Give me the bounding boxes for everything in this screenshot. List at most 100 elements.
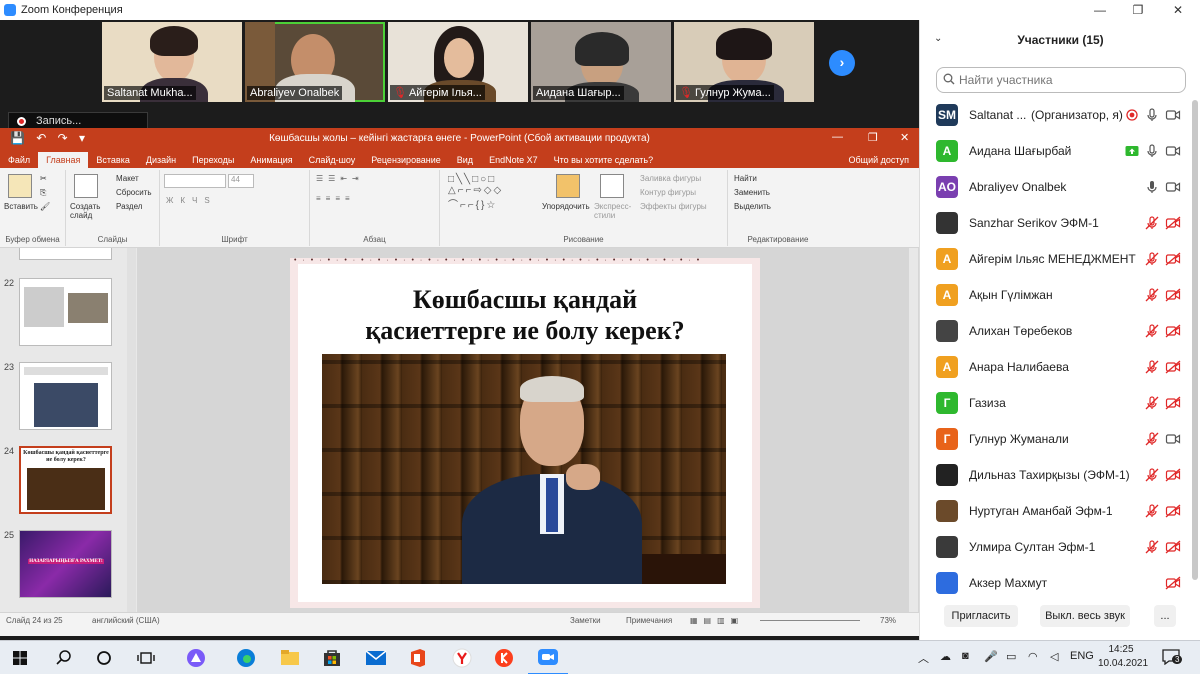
view-buttons[interactable]: ▦▤▥▣ — [690, 616, 744, 625]
slide-thumbnail[interactable]: НАЗАРЛАРЫҢЫЗҒА РАХМЕТ! — [19, 530, 112, 598]
slide-thumbnail-selected[interactable]: Көшбасшы қандай қасиеттерге ие болу кере… — [19, 446, 112, 514]
comments-button[interactable]: Примечания — [626, 616, 672, 625]
taskbar-app[interactable] — [442, 641, 482, 674]
participant-row[interactable]: Алихан Төребеков — [920, 316, 1192, 352]
mic-icon[interactable] — [1144, 143, 1160, 159]
replace-button[interactable]: Заменить — [734, 188, 770, 197]
list-buttons[interactable]: ☰☰⇤⇥ — [316, 174, 364, 183]
notes-button[interactable]: Заметки — [570, 616, 601, 625]
action-center-button[interactable]: 3 — [1162, 649, 1183, 667]
slide-photo[interactable] — [322, 354, 726, 584]
video-tile[interactable]: Аидана Шағыр... — [531, 22, 671, 102]
taskbar-app-zoom[interactable] — [528, 641, 568, 674]
video-off-icon[interactable] — [1165, 467, 1181, 483]
zoom-level[interactable]: 73% — [880, 616, 896, 625]
video-icon[interactable] — [1165, 179, 1181, 195]
ppt-close-button[interactable]: ✕ — [900, 131, 909, 144]
participant-row[interactable]: SM Saltanat ... (Организатор, я) — [920, 100, 1192, 136]
tell-me-search[interactable]: Что вы хотите сделать? — [546, 152, 662, 168]
tab-review[interactable]: Рецензирование — [363, 152, 449, 168]
participant-row[interactable]: Улмира Султан Эфм-1 — [920, 532, 1192, 568]
taskbar-app[interactable] — [226, 641, 266, 674]
mic-muted-icon[interactable] — [1144, 287, 1160, 303]
tab-animations[interactable]: Анимация — [242, 152, 300, 168]
video-off-icon[interactable] — [1165, 251, 1181, 267]
video-icon[interactable] — [1165, 431, 1181, 447]
video-tile[interactable]: Saltanat Mukha... — [102, 22, 242, 102]
mic-muted-icon[interactable] — [1144, 539, 1160, 555]
participant-search[interactable] — [936, 67, 1186, 93]
tab-design[interactable]: Дизайн — [138, 152, 184, 168]
battery-icon[interactable]: ▭ — [1006, 650, 1016, 663]
taskbar-app[interactable] — [356, 641, 396, 674]
mic-active-icon[interactable] — [1144, 179, 1160, 195]
reset-button[interactable]: Сбросить — [116, 188, 152, 197]
participant-row[interactable]: А Айгерім Ільяс МЕНЕДЖМЕНТ — [920, 244, 1192, 280]
font-name-box[interactable] — [164, 174, 226, 188]
close-button[interactable]: ✕ — [1160, 0, 1196, 20]
participant-row[interactable]: А Анара Налибаева — [920, 352, 1192, 388]
ppt-restore-button[interactable]: ❐ — [868, 131, 878, 144]
video-off-icon[interactable] — [1165, 215, 1181, 231]
format-painter-icon[interactable]: 🖌 — [40, 202, 50, 211]
language-indicator[interactable]: английский (США) — [92, 616, 160, 625]
video-icon[interactable] — [1165, 143, 1181, 159]
mic-muted-icon[interactable] — [1144, 251, 1160, 267]
video-tile[interactable]: 🎙 Айгерім Ілья... — [388, 22, 528, 102]
input-language[interactable]: ENG — [1070, 650, 1094, 662]
participant-row[interactable]: Дильназ Тахирқызы (ЭФМ-1) — [920, 460, 1192, 496]
video-off-icon[interactable] — [1165, 287, 1181, 303]
shape-effects-button[interactable]: Эффекты фигуры — [640, 202, 707, 211]
shape-fill-button[interactable]: Заливка фигуры — [640, 174, 701, 183]
ppt-minimize-button[interactable]: — — [832, 131, 843, 143]
zoom-slider[interactable] — [760, 620, 860, 621]
thumbnails-scrollbar[interactable] — [127, 248, 136, 612]
taskbar-app[interactable] — [270, 641, 310, 674]
participant-row[interactable]: Sanzhar Serikov ЭФМ-1 — [920, 208, 1192, 244]
participant-row[interactable]: А Аидана Шағырбай — [920, 136, 1192, 172]
taskbar-app[interactable] — [312, 641, 352, 674]
video-off-icon[interactable] — [1165, 323, 1181, 339]
mic-muted-icon[interactable] — [1144, 395, 1160, 411]
paste-button[interactable]: Вставить — [4, 202, 38, 211]
arrange-button[interactable]: Упорядочить — [542, 202, 590, 211]
cloud-icon[interactable]: ☁ — [940, 650, 951, 663]
mic-muted-icon[interactable] — [1144, 359, 1160, 375]
invite-button[interactable]: Пригласить — [944, 605, 1018, 627]
video-off-icon[interactable] — [1165, 539, 1181, 555]
video-tile-active[interactable]: Abraliyev Onalbek — [245, 22, 385, 102]
copy-icon[interactable]: ⎘ — [40, 188, 46, 198]
system-clock[interactable]: 14:25 10.04.2021 — [1098, 643, 1148, 671]
find-button[interactable]: Найти — [734, 174, 757, 183]
tab-home[interactable]: Главная — [38, 152, 89, 168]
tab-insert[interactable]: Вставка — [88, 152, 137, 168]
participant-row[interactable]: Нуртуган Аманбай Эфм-1 — [920, 496, 1192, 532]
select-button[interactable]: Выделить — [734, 202, 771, 211]
mic-muted-icon[interactable] — [1144, 215, 1160, 231]
minimize-button[interactable]: — — [1082, 0, 1118, 20]
slide-title[interactable]: Көшбасшы қандай қасиеттерге ие болу кере… — [298, 284, 752, 346]
participants-scrollbar[interactable] — [1192, 100, 1198, 590]
quick-styles-button[interactable]: Экспресс-стили — [594, 202, 631, 220]
slide-thumbnail[interactable] — [19, 362, 112, 430]
tab-transitions[interactable]: Переходы — [184, 152, 242, 168]
meet-now-icon[interactable]: ◙ — [962, 650, 969, 662]
slide-thumbnail[interactable] — [19, 278, 112, 346]
font-size-box[interactable]: 44 — [228, 174, 254, 188]
participant-row[interactable]: Г Гулнур Жуманали — [920, 424, 1192, 460]
video-tile[interactable]: 🎙 Гулнур Жума... — [674, 22, 814, 102]
participant-row[interactable]: А Ақын Гүлімжан — [920, 280, 1192, 316]
tab-file[interactable]: Файл — [0, 152, 38, 168]
video-off-icon[interactable] — [1165, 575, 1181, 591]
tab-slideshow[interactable]: Слайд-шоу — [301, 152, 364, 168]
taskbar-app[interactable] — [176, 641, 216, 674]
video-off-icon[interactable] — [1165, 359, 1181, 375]
editor-scrollbar[interactable] — [909, 248, 918, 612]
participant-search-input[interactable] — [959, 71, 1179, 89]
more-options-button[interactable]: ... — [1154, 605, 1176, 627]
volume-icon[interactable]: ◁ — [1050, 650, 1058, 663]
participant-row[interactable]: Акзер Махмут — [920, 568, 1192, 600]
slide-thumbnail[interactable] — [19, 248, 112, 260]
video-off-icon[interactable] — [1165, 395, 1181, 411]
align-buttons[interactable]: ≡≡≡≡ — [316, 194, 355, 203]
